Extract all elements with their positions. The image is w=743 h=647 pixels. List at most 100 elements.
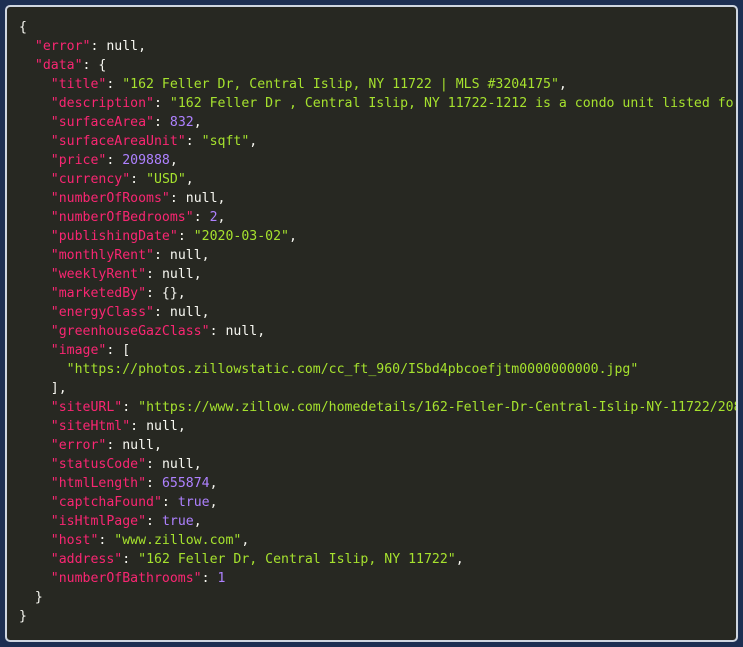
json-punc-token: : xyxy=(193,210,210,225)
code-line: "numberOfRooms": null, xyxy=(19,189,736,208)
json-key-token: "energyClass" xyxy=(50,305,154,320)
code-line: "title": "162 Feller Dr, Central Islip, … xyxy=(19,75,736,94)
json-key-token: "surfaceArea" xyxy=(50,115,154,130)
json-code-viewer: { "error": null, "data": { "title": "162… xyxy=(5,5,738,642)
json-punc-token: { xyxy=(19,20,27,35)
json-key-token: "surfaceAreaUnit" xyxy=(50,134,186,149)
json-punc-token: , xyxy=(201,248,210,263)
json-code-block: { "error": null, "data": { "title": "162… xyxy=(7,7,736,626)
code-line: "numberOfBedrooms": 2, xyxy=(19,208,736,227)
json-null-token: null xyxy=(146,419,178,434)
json-key-token: "greenhouseGazClass" xyxy=(50,324,210,339)
code-line: "host": "www.zillow.com", xyxy=(19,531,736,550)
json-punc-token: , xyxy=(288,229,297,244)
json-num-token: 1 xyxy=(217,571,226,586)
json-punc-token: , xyxy=(257,324,266,339)
json-null-token: null xyxy=(161,457,194,472)
json-key-token: "siteHtml" xyxy=(50,419,131,434)
json-null-token: null xyxy=(225,324,258,339)
code-line: "siteURL": "https://www.zillow.com/homed… xyxy=(19,398,736,417)
json-punc-token: , xyxy=(241,533,250,548)
json-key-token: "error" xyxy=(50,438,107,453)
json-punc-token: : {}, xyxy=(146,286,186,301)
json-null-token: null xyxy=(185,191,218,206)
code-line: "data": { xyxy=(19,56,736,75)
json-punc-token: , xyxy=(193,457,202,472)
json-null-token: null xyxy=(106,39,139,54)
json-key-token: "numberOfRooms" xyxy=(50,191,170,206)
json-punc-token: : xyxy=(146,476,162,491)
json-key-token: "currency" xyxy=(50,172,131,187)
json-null-token: null xyxy=(161,267,194,282)
json-punc-token: , xyxy=(217,210,226,225)
json-punc-token: : xyxy=(130,419,147,434)
json-punc-token: : xyxy=(161,495,178,510)
json-punc-token: : xyxy=(209,324,226,339)
json-punc-token: , xyxy=(169,153,178,168)
json-key-token: "captchaFound" xyxy=(50,495,162,510)
json-punc-token: , xyxy=(455,552,464,567)
json-bool-token: true xyxy=(177,495,210,510)
json-punc-token: , xyxy=(217,191,226,206)
code-line: "isHtmlPage": true, xyxy=(19,512,736,531)
json-null-token: null xyxy=(169,305,202,320)
json-str-token: "162 Feller Dr , Central Islip, NY 11722… xyxy=(169,96,738,111)
code-line: "error": null, xyxy=(19,37,736,56)
json-key-token: "isHtmlPage" xyxy=(50,514,147,529)
code-line: "price": 209888, xyxy=(19,151,736,170)
json-punc-token: , xyxy=(209,495,218,510)
code-line: "greenhouseGazClass": null, xyxy=(19,322,736,341)
json-punc-token: : xyxy=(122,552,139,567)
json-punc-token: : xyxy=(153,115,170,130)
json-key-token: "error" xyxy=(34,39,91,54)
json-punc-token: } xyxy=(34,590,43,605)
json-punc-token: : xyxy=(169,191,186,206)
json-punc-token: , xyxy=(193,267,202,282)
json-str-token: "www.zillow.com" xyxy=(114,533,242,548)
json-num-token: 832 xyxy=(169,115,194,130)
json-punc-token: : xyxy=(98,533,115,548)
json-str-token: "sqft" xyxy=(201,134,250,149)
json-key-token: "price" xyxy=(50,153,107,168)
json-punc-token: : [ xyxy=(106,343,131,358)
json-key-token: "publishingDate" xyxy=(50,229,178,244)
json-punc-token: , xyxy=(249,134,258,149)
code-line: "address": "162 Feller Dr, Central Islip… xyxy=(19,550,736,569)
code-line: "surfaceArea": 832, xyxy=(19,113,736,132)
json-key-token: "address" xyxy=(50,552,123,567)
code-line: "statusCode": null, xyxy=(19,455,736,474)
code-line: } xyxy=(19,607,736,626)
json-str-token: "USD" xyxy=(146,172,186,187)
json-punc-token: : xyxy=(146,267,162,282)
json-key-token: "statusCode" xyxy=(50,457,147,472)
code-line: "weeklyRent": null, xyxy=(19,265,736,284)
json-str-token: "https://www.zillow.com/homedetails/162-… xyxy=(138,400,738,415)
json-num-token: 655874 xyxy=(161,476,210,491)
code-line: "https://photos.zillowstatic.com/cc_ft_9… xyxy=(19,360,736,379)
json-null-token: null xyxy=(169,248,202,263)
code-line: "description": "162 Feller Dr , Central … xyxy=(19,94,736,113)
code-line: } xyxy=(19,588,736,607)
json-key-token: "host" xyxy=(50,533,99,548)
json-punc-token: ], xyxy=(50,381,67,396)
json-key-token: "marketedBy" xyxy=(50,286,147,301)
json-key-token: "weeklyRent" xyxy=(50,267,147,282)
json-punc-token: : xyxy=(153,305,170,320)
